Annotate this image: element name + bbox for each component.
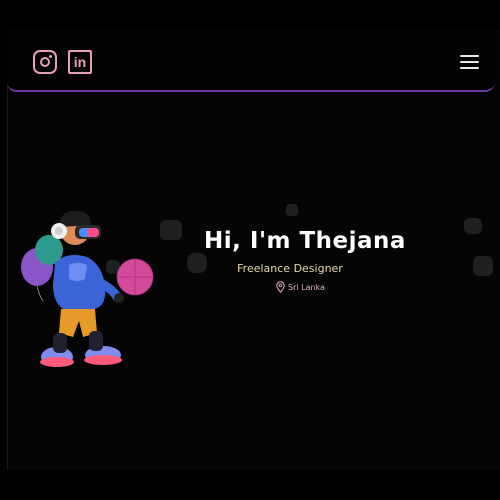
decor-blob bbox=[464, 218, 482, 234]
linkedin-icon[interactable]: in bbox=[68, 50, 92, 74]
hero-title: Hi, I'm Thejana bbox=[204, 228, 406, 254]
linkedin-label: in bbox=[73, 54, 87, 70]
decor-blob bbox=[473, 256, 493, 276]
character-illustration bbox=[21, 210, 154, 367]
menu-line-1 bbox=[460, 55, 479, 57]
instagram-dot bbox=[49, 55, 52, 58]
instagram-lens bbox=[40, 57, 50, 67]
hamburger-menu-icon[interactable] bbox=[460, 55, 479, 69]
menu-line-2 bbox=[460, 61, 479, 63]
map-pin-icon bbox=[276, 281, 285, 293]
instagram-icon[interactable] bbox=[33, 50, 57, 74]
decor-blob bbox=[286, 204, 298, 216]
location-text: Sri Lanka bbox=[288, 282, 325, 292]
decor-blob bbox=[160, 220, 182, 240]
hero-subtitle: Freelance Designer bbox=[237, 262, 343, 275]
menu-line-3 bbox=[460, 67, 479, 69]
hero-location: Sri Lanka bbox=[276, 280, 325, 294]
